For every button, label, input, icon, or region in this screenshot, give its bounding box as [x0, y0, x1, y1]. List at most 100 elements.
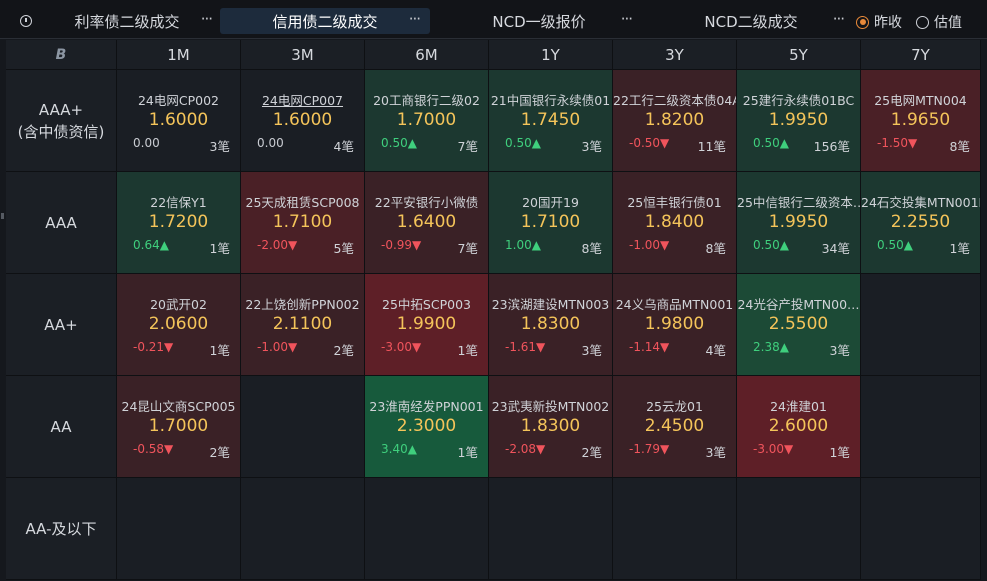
column-header-7y: 7Y — [861, 40, 981, 70]
bond-name[interactable]: 24电网CP007 — [241, 90, 364, 109]
bond-cell[interactable]: 24昆山文商SCP005 1.7000 -0.58▼ 2笔 — [117, 376, 241, 478]
trade-count: 1笔 — [209, 343, 230, 358]
bond-yield: 1.7000 — [148, 416, 209, 436]
trade-count: 34笔 — [821, 241, 850, 256]
bond-cell[interactable]: 20工商银行二级02 1.7000 0.50▲ 7笔 — [365, 70, 489, 172]
tab-bar: 利率债二级成交 ··· 信用债二级成交 ··· NCD一级报价 ··· NCD二级成交 ···… — [0, 0, 987, 39]
bond-cell[interactable]: 25中拓SCP003 1.9900 -3.00▼ 1笔 — [365, 274, 489, 376]
radio-label: 昨收 — [874, 15, 902, 31]
bond-yield: 1.7000 — [396, 110, 457, 130]
bond-cell[interactable]: 23武夷新投MTN002 1.8300 -2.08▼ 2笔 — [489, 376, 613, 478]
tab-2[interactable]: 信用债二级成交 ··· — [220, 8, 430, 34]
bond-cell[interactable]: 22平安银行小微债 1.6400 -0.99▼ 7笔 — [365, 172, 489, 274]
bond-cell[interactable]: 22信保Y1 1.7200 0.64▲ 1笔 — [117, 172, 241, 274]
radio-option-2[interactable]: 估值 — [916, 12, 962, 32]
yield-change: -1.00▼ — [257, 340, 298, 354]
trade-count: 3笔 — [581, 139, 602, 154]
yield-change: 0.50▲ — [877, 238, 913, 252]
bond-cell[interactable]: 25中信银行二级资本… 1.9950 0.50▲ 34笔 — [737, 172, 861, 274]
yield-change: 0.50▲ — [505, 136, 541, 150]
rating-label: AAA+ — [38, 100, 84, 119]
bond-yield: 1.7450 — [520, 110, 581, 130]
bond-cell[interactable]: 22工行二级资本债04A 1.8200 -0.50▼ 11笔 — [613, 70, 737, 172]
bond-name: 25恒丰银行债01 — [627, 195, 722, 210]
trade-count: 3笔 — [829, 343, 850, 358]
bond-name: 24光谷产投MTN00… — [737, 297, 860, 312]
row-header: AA-及以下 — [6, 478, 117, 580]
yield-change: 1.00▲ — [505, 238, 541, 252]
yield-change: 0.50▲ — [381, 136, 417, 150]
trade-count: 4笔 — [705, 343, 726, 358]
trade-count: 7笔 — [457, 139, 478, 154]
bond-cell[interactable]: 20国开19 1.7100 1.00▲ 8笔 — [489, 172, 613, 274]
resize-handle-icon[interactable] — [1, 213, 4, 219]
yield-change: -1.61▼ — [505, 340, 546, 354]
bond-cell[interactable]: 25天成租赁SCP008 1.7100 -2.00▼ 5笔 — [241, 172, 365, 274]
bond-name: 20工商银行二级02 — [373, 93, 480, 108]
tab-4[interactable]: NCD二级成交 ··· — [648, 8, 854, 34]
yield-change: -2.08▼ — [505, 442, 546, 456]
tab-1[interactable]: 利率债二级成交 ··· — [32, 8, 222, 34]
bond-yield: 2.3000 — [396, 416, 457, 436]
yield-change: -1.14▼ — [629, 340, 670, 354]
radio-checked-icon[interactable] — [856, 15, 869, 29]
bond-cell[interactable]: 25建行永续债01BC 1.9950 0.50▲ 156笔 — [737, 70, 861, 172]
bond-name: 24石交投集MTN001B — [861, 195, 980, 210]
bond-cell[interactable]: 25云龙01 2.4500 -1.79▼ 3笔 — [613, 376, 737, 478]
bond-cell[interactable]: 24义乌商品MTN001 1.9800 -1.14▼ 4笔 — [613, 274, 737, 376]
yield-change: 0.64▲ — [133, 238, 169, 252]
radio-option-1[interactable]: 昨收 — [856, 12, 902, 32]
column-header-1m: 1M — [117, 40, 241, 70]
bond-cell[interactable]: 21中国银行永续债01 1.7450 0.50▲ 3笔 — [489, 70, 613, 172]
bond-yield: 1.6400 — [396, 212, 457, 232]
yield-change: -2.00▼ — [257, 238, 298, 252]
bond-cell[interactable]: 24光谷产投MTN00… 2.5500 2.38▲ 3笔 — [737, 274, 861, 376]
column-header-1y: 1Y — [489, 40, 613, 70]
empty-cell — [489, 478, 613, 580]
yield-change: -3.00▼ — [381, 340, 422, 354]
trade-count: 1笔 — [209, 241, 230, 256]
tab-more-icon[interactable]: ··· — [201, 10, 213, 28]
row-header: AA — [6, 376, 117, 478]
bond-cell[interactable]: 24电网CP002 1.6000 0.00 3笔 — [117, 70, 241, 172]
trade-count: 3笔 — [209, 139, 230, 154]
bond-trade-grid: B 1M 3M 6M 1Y 3Y 5Y 7Y AAA+ (含中债资信) 24电网CP002 1.60… — [6, 40, 987, 581]
radio-unchecked-icon[interactable] — [916, 15, 929, 29]
bond-cell[interactable]: 24电网CP007 1.6000 0.00 4笔 — [241, 70, 365, 172]
info-icon[interactable] — [20, 15, 32, 27]
tab-more-icon[interactable]: ··· — [409, 10, 421, 28]
empty-cell — [861, 274, 981, 376]
trade-count: 8笔 — [705, 241, 726, 256]
tab-more-icon[interactable]: ··· — [621, 10, 633, 28]
bond-cell[interactable]: 20武开02 2.0600 -0.21▼ 1笔 — [117, 274, 241, 376]
tab-3[interactable]: NCD一级报价 ··· — [436, 8, 642, 34]
bond-name: 25天成租赁SCP008 — [245, 195, 360, 210]
bond-yield: 1.8400 — [644, 212, 705, 232]
empty-cell — [117, 478, 241, 580]
bond-cell[interactable]: 25电网MTN004 1.9650 -1.50▼ 8笔 — [861, 70, 981, 172]
tab-more-icon[interactable]: ··· — [833, 10, 845, 28]
yield-change: 2.38▲ — [753, 340, 789, 354]
rating-label: AA — [50, 417, 72, 436]
trade-count: 1笔 — [949, 241, 970, 256]
bond-cell[interactable]: 24淮建01 2.6000 -3.00▼ 1笔 — [737, 376, 861, 478]
bond-name: 25中信银行二级资本… — [737, 195, 860, 210]
bond-cell[interactable]: 24石交投集MTN001B 2.2550 0.50▲ 1笔 — [861, 172, 981, 274]
bond-cell[interactable]: 23淮南经发PPN001 2.3000 3.40▲ 1笔 — [365, 376, 489, 478]
bond-cell[interactable]: 22上饶创新PPN002 2.1100 -1.00▼ 2笔 — [241, 274, 365, 376]
tab-label: NCD一级报价 — [492, 12, 586, 31]
trade-count: 2笔 — [209, 445, 230, 460]
tab-label: 利率债二级成交 — [74, 12, 180, 31]
bond-name: 25电网MTN004 — [874, 93, 967, 108]
column-header-6m: 6M — [365, 40, 489, 70]
empty-cell — [241, 478, 365, 580]
bond-cell[interactable]: 25恒丰银行债01 1.8400 -1.00▼ 8笔 — [613, 172, 737, 274]
bond-cell[interactable]: 23滨湖建设MTN003 1.8300 -1.61▼ 3笔 — [489, 274, 613, 376]
bond-name: 21中国银行永续债01 — [490, 93, 611, 108]
trade-count: 2笔 — [333, 343, 354, 358]
yield-change: -1.00▼ — [629, 238, 670, 252]
empty-cell — [613, 478, 737, 580]
column-header-3m: 3M — [241, 40, 365, 70]
bond-name: 23淮南经发PPN001 — [369, 399, 484, 414]
bond-yield: 1.9950 — [768, 212, 829, 232]
